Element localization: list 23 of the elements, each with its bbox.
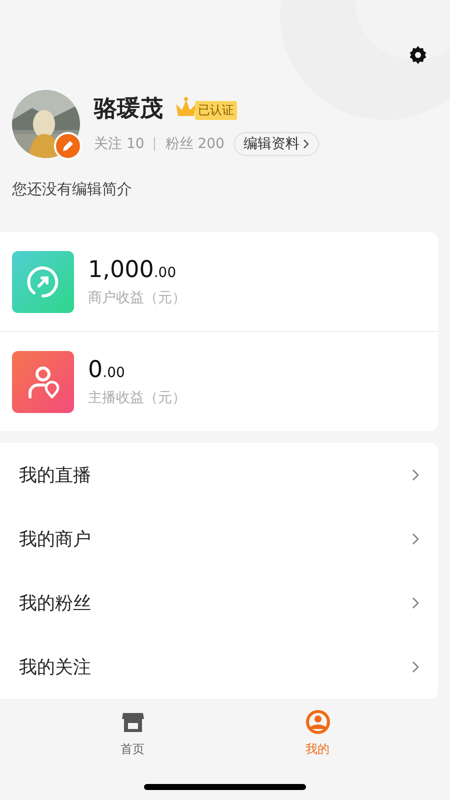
pencil-icon[interactable] [54, 132, 82, 160]
menu-item[interactable]: 我的关注 [19, 655, 91, 679]
tab[interactable]: 首页 [92, 709, 172, 758]
bio-text: 您还没有编辑简介 [11, 179, 133, 199]
earnings-label: 商户收益（元） [88, 288, 186, 306]
edit-profile-button[interactable]: 编辑资料 [234, 132, 320, 156]
menu-item[interactable]: 我的直播 [19, 463, 91, 487]
earnings-label: 主播收益（元） [88, 388, 186, 406]
earnings-amount: 1,000.00 [88, 256, 178, 282]
chevron-right-icon [411, 532, 420, 546]
user-name: 骆瑗茂 [94, 94, 163, 124]
settings-icon[interactable] [408, 45, 428, 65]
user-location-icon [12, 350, 74, 412]
chevron-right-icon [302, 138, 310, 148]
verified-badge: 已认证 [195, 101, 237, 120]
chevron-right-icon [411, 596, 420, 610]
gauge-icon [12, 250, 74, 312]
chevron-right-icon [411, 468, 420, 482]
menu-item[interactable]: 我的粉丝 [19, 591, 91, 615]
earnings-amount: 0.00 [88, 356, 126, 382]
chevron-right-icon [411, 660, 420, 674]
user-icon [304, 709, 330, 735]
menu-item[interactable]: 我的商户 [19, 527, 91, 551]
